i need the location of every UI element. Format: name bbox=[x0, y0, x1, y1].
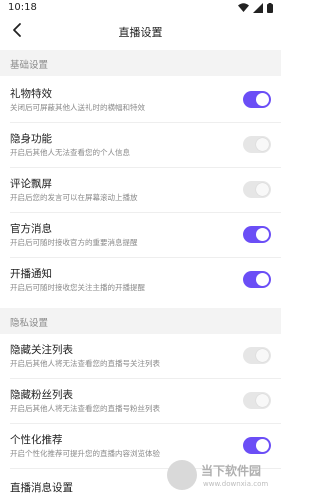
setting-label: 直播消息设置 bbox=[10, 482, 73, 494]
watermark: 当下软件园 www.downxia.com bbox=[167, 458, 277, 500]
setting-label: 隐藏粉丝列表 bbox=[10, 389, 73, 401]
nav-bar: 直播设置 bbox=[0, 16, 281, 46]
setting-label: 隐藏关注列表 bbox=[10, 344, 73, 356]
cellular-signal-icon bbox=[253, 3, 263, 13]
setting-row-comment-danmaku[interactable]: 评论飘屏 开启后您的发言可以在屏幕滚动上播放 bbox=[0, 168, 281, 212]
setting-row-hide-following[interactable]: 隐藏关注列表 开启后其他人将无法查看您的直播号关注列表 bbox=[0, 334, 281, 378]
watermark-name: 当下软件园 bbox=[201, 464, 262, 478]
invisible-toggle[interactable] bbox=[243, 136, 271, 153]
setting-row-invisible[interactable]: 隐身功能 开启后其他人无法查看您的个人信息 bbox=[0, 123, 281, 167]
section-title-privacy: 隐私设置 bbox=[10, 318, 49, 329]
section-title-basic: 基础设置 bbox=[10, 60, 49, 71]
setting-description: 开启个性化推荐可提升您的直播内容浏览体验 bbox=[10, 449, 160, 458]
personalized-recommend-toggle[interactable] bbox=[243, 437, 271, 454]
toggle-knob bbox=[256, 349, 269, 362]
setting-description: 开启后其他人无法查看您的个人信息 bbox=[10, 148, 130, 157]
live-notification-toggle[interactable] bbox=[243, 271, 271, 288]
setting-description: 开启后其他人将无法查看您的直播号粉丝列表 bbox=[10, 404, 160, 413]
toggle-knob bbox=[256, 439, 269, 452]
setting-label: 评论飘屏 bbox=[10, 178, 52, 190]
section-header-privacy: 隐私设置 bbox=[0, 308, 281, 334]
watermark-logo-icon bbox=[167, 460, 197, 490]
section-header-basic: 基础设置 bbox=[0, 50, 281, 76]
setting-row-live-notification[interactable]: 开播通知 开启后可随时接收您关注主播的开播提醒 bbox=[0, 258, 281, 302]
hide-following-toggle[interactable] bbox=[243, 347, 271, 364]
setting-row-hide-fans[interactable]: 隐藏粉丝列表 开启后其他人将无法查看您的直播号粉丝列表 bbox=[0, 379, 281, 423]
hide-fans-toggle[interactable] bbox=[243, 392, 271, 409]
battery-icon bbox=[267, 3, 273, 13]
toggle-knob bbox=[256, 183, 269, 196]
setting-description: 开启后可随时接收官方的重要消息提醒 bbox=[10, 238, 138, 247]
page-title: 直播设置 bbox=[118, 26, 163, 39]
toggle-knob bbox=[256, 228, 269, 241]
wifi-icon bbox=[238, 3, 249, 12]
setting-row-gift-effects[interactable]: 礼物特效 关闭后可屏蔽其他人送礼时的横幅和特效 bbox=[0, 78, 281, 122]
setting-description: 开启后可随时接收您关注主播的开播提醒 bbox=[10, 283, 145, 292]
toggle-knob bbox=[256, 273, 269, 286]
setting-label: 个性化推荐 bbox=[10, 434, 63, 446]
setting-label: 礼物特效 bbox=[10, 88, 52, 100]
comment-danmaku-toggle[interactable] bbox=[243, 181, 271, 198]
official-messages-toggle[interactable] bbox=[243, 226, 271, 243]
toggle-knob bbox=[256, 138, 269, 151]
setting-label: 开播通知 bbox=[10, 268, 52, 280]
watermark-url: www.downxia.com bbox=[203, 480, 269, 488]
setting-description: 开启后其他人将无法查看您的直播号关注列表 bbox=[10, 359, 160, 368]
setting-label: 隐身功能 bbox=[10, 133, 52, 145]
toggle-knob bbox=[256, 394, 269, 407]
status-icons bbox=[238, 3, 273, 13]
setting-description: 关闭后可屏蔽其他人送礼时的横幅和特效 bbox=[10, 103, 145, 112]
toggle-knob bbox=[256, 93, 269, 106]
status-time: 10:18 bbox=[8, 2, 37, 13]
setting-row-official-messages[interactable]: 官方消息 开启后可随时接收官方的重要消息提醒 bbox=[0, 213, 281, 257]
gift-effects-toggle[interactable] bbox=[243, 91, 271, 108]
status-bar: 10:18 bbox=[0, 0, 281, 16]
setting-description: 开启后您的发言可以在屏幕滚动上播放 bbox=[10, 193, 138, 202]
setting-label: 官方消息 bbox=[10, 223, 52, 235]
